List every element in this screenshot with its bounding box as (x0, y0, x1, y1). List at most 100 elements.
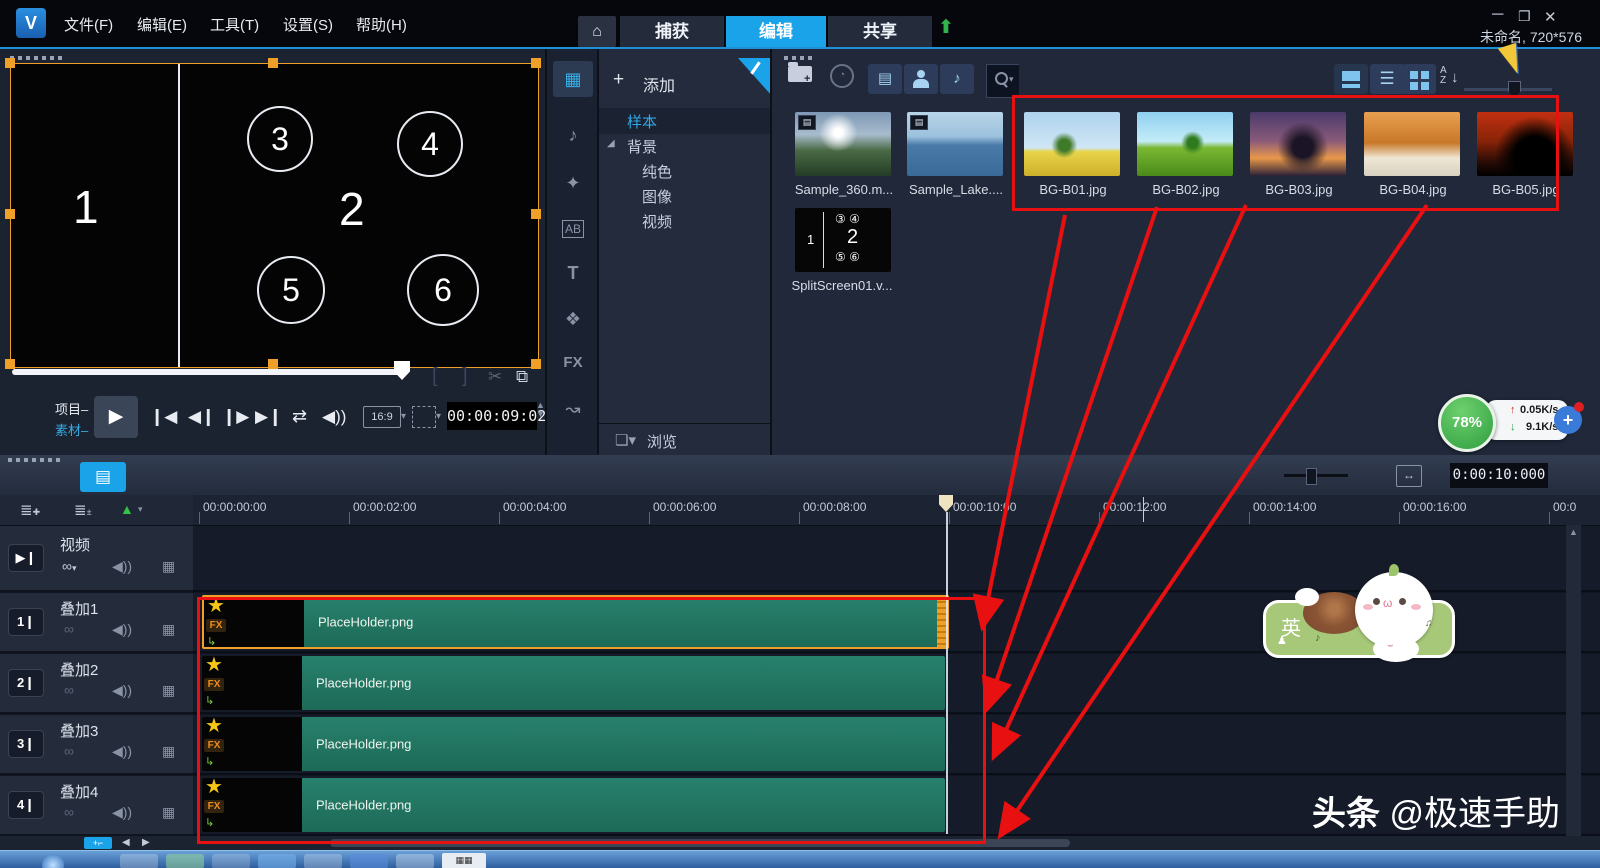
go-start-button[interactable]: ❙◀ (150, 407, 177, 427)
selection-dropdown-icon[interactable]: ▾ (436, 411, 441, 422)
fx-category-icon[interactable]: FX (553, 345, 593, 381)
add-track-icon[interactable]: ≣± (74, 501, 92, 519)
start-button[interactable] (42, 854, 64, 868)
menu-tools[interactable]: 工具(T) (210, 14, 259, 35)
overlay4-header[interactable]: 4❙ 叠加4 ∞ ◀)) ▦ (0, 776, 193, 836)
aspect-ratio-select[interactable]: 16:9 (363, 406, 401, 428)
selection-tool[interactable] (412, 406, 436, 428)
tab-capture[interactable]: 捕获 (620, 16, 724, 47)
marker-dropdown-icon[interactable]: ▾ (138, 504, 143, 515)
menu-file[interactable]: 文件(F) (64, 14, 113, 35)
memory-percent-ball[interactable]: 78% (1438, 394, 1496, 452)
panel-grip[interactable] (10, 56, 66, 60)
transparency-grid-icon[interactable]: ▦ (162, 621, 175, 638)
tree-item-video[interactable]: 视频 (642, 211, 672, 232)
link-icon[interactable]: ∞ (64, 804, 74, 820)
resize-handle[interactable] (531, 359, 541, 369)
resize-handle[interactable] (268, 359, 278, 369)
overlay1-icon[interactable]: 1❙ (8, 608, 44, 636)
project-duration-timecode[interactable]: 0:00:10:000 (1450, 463, 1548, 488)
resize-handle[interactable] (5, 58, 15, 68)
aspect-dropdown-icon[interactable]: ▾ (401, 411, 406, 422)
media-thumb-splitscreen[interactable]: 1 ③ ④ 2 ⑤ ⑥ (795, 208, 891, 272)
overlay-category-icon[interactable]: ❖ (553, 301, 593, 337)
sort-icon[interactable]: AZ (1440, 66, 1447, 86)
net-speed-widget[interactable]: ↑ 0.05K/s ↓ 9.1K/s 78% + (1438, 394, 1600, 448)
split-clip-icon[interactable]: ✂ (488, 367, 502, 387)
media-category-icon[interactable]: ▦ (553, 61, 593, 97)
preview-timecode[interactable]: 00:00:09:024 (447, 402, 537, 430)
taskbar-app[interactable] (212, 854, 250, 868)
tree-item-image[interactable]: 图像 (642, 186, 672, 207)
search-icon-box[interactable]: ▾ (986, 64, 1019, 98)
resize-handle[interactable] (5, 359, 15, 369)
taskbar-app-active[interactable]: ▦▦ (442, 853, 486, 868)
prev-frame-button[interactable]: ◀❙ (188, 407, 215, 427)
resize-handle[interactable] (531, 209, 541, 219)
play-button[interactable]: ▶ (94, 396, 138, 438)
tree-item-background[interactable]: 背景 (627, 136, 657, 157)
taskbar-app[interactable] (258, 854, 296, 868)
smart-import-icon[interactable]: ◔ (830, 64, 854, 88)
menu-edit[interactable]: 编辑(E) (137, 14, 187, 35)
overlay1-header[interactable]: 1❙ 叠加1 ∞ ◀)) ▦ (0, 593, 193, 653)
minimize-button[interactable]: ─ (1492, 6, 1503, 24)
title-category-icon[interactable]: T (553, 255, 593, 291)
media-label[interactable]: Sample_360.m... (788, 182, 900, 197)
volume-button[interactable]: ◀)) (322, 407, 346, 427)
video-track-header[interactable]: ▶❙ 视频 ∞▾ ◀)) ▦ (0, 526, 193, 592)
transparency-grid-icon[interactable]: ▦ (162, 682, 175, 699)
tree-item-solid[interactable]: 纯色 (642, 161, 672, 182)
taskbar-app[interactable] (350, 854, 388, 868)
tab-edit[interactable]: 编辑 (726, 16, 826, 47)
overlay4-icon[interactable]: 4❙ (8, 791, 44, 819)
panel-grip[interactable] (784, 56, 814, 60)
taskbar-app[interactable] (166, 854, 204, 868)
resize-handle[interactable] (268, 58, 278, 68)
transition-category-icon[interactable]: ✦ (553, 165, 593, 201)
next-frame-button[interactable]: ❙▶ (222, 407, 249, 427)
link-icon[interactable]: ∞ (64, 682, 74, 698)
overlay3-header[interactable]: 3❙ 叠加3 ∞ ◀)) ▦ (0, 715, 193, 775)
view-list-icon[interactable]: ☰ (1370, 64, 1404, 94)
overlay2-header[interactable]: 2❙ 叠加2 ∞ ◀)) ▦ (0, 654, 193, 714)
track-manager-icon[interactable]: ≣✚ (20, 501, 40, 519)
tab-share[interactable]: 共享 (828, 16, 932, 47)
link-icon[interactable]: ∞▾ (62, 558, 77, 574)
go-end-button[interactable]: ▶❙ (255, 407, 282, 427)
upload-arrow-icon[interactable]: ⬆ (938, 16, 954, 39)
speaker-icon[interactable]: ◀)) (112, 804, 132, 821)
chapter-marker-icon[interactable]: ▲ (120, 501, 134, 517)
fit-timeline-icon[interactable]: ↔ (1396, 465, 1422, 487)
timeline-zoom-thumb[interactable] (1306, 468, 1317, 485)
video-track-icon[interactable]: ▶❙ (8, 544, 44, 572)
scroll-up-icon[interactable]: ▲ (1569, 527, 1578, 537)
scroll-left-icon[interactable]: ◀ (122, 837, 130, 848)
mark-in-icon[interactable]: [ (432, 365, 438, 388)
transparency-grid-icon[interactable]: ▦ (162, 804, 175, 821)
taskbar-app[interactable] (396, 854, 434, 868)
panel-grip[interactable] (8, 458, 64, 462)
home-icon[interactable]: ⌂ (578, 16, 616, 47)
browse-icon[interactable]: ❏▾ (615, 431, 636, 449)
scroll-right-icon[interactable]: ▶ (142, 837, 150, 848)
link-icon[interactable]: ∞ (64, 621, 74, 637)
scrubber-bar[interactable] (12, 369, 402, 375)
filter-audio-icon[interactable]: ♪ (940, 64, 974, 94)
menu-settings[interactable]: 设置(S) (283, 14, 333, 35)
mode-clip-label[interactable]: 素材– (55, 420, 88, 439)
scrubber-thumb[interactable] (394, 361, 410, 380)
view-thumbnail-icon[interactable] (1334, 64, 1368, 94)
import-folder-icon[interactable]: + (788, 66, 812, 82)
speaker-icon[interactable]: ◀)) (112, 682, 132, 699)
mode-project-label[interactable]: 项目– (55, 399, 88, 418)
resize-handle[interactable] (531, 58, 541, 68)
close-button[interactable]: ✕ (1544, 8, 1557, 26)
speaker-icon[interactable]: ◀)) (112, 743, 132, 760)
media-thumb-lake[interactable]: ▤ (907, 112, 1003, 176)
repeat-button[interactable]: ⇄ (292, 406, 307, 427)
transparency-grid-icon[interactable]: ▦ (162, 743, 175, 760)
media-label[interactable]: Sample_Lake.... (900, 182, 1012, 197)
speaker-icon[interactable]: ◀)) (112, 621, 132, 638)
timecode-spinner[interactable]: ▲▼ (536, 401, 545, 419)
